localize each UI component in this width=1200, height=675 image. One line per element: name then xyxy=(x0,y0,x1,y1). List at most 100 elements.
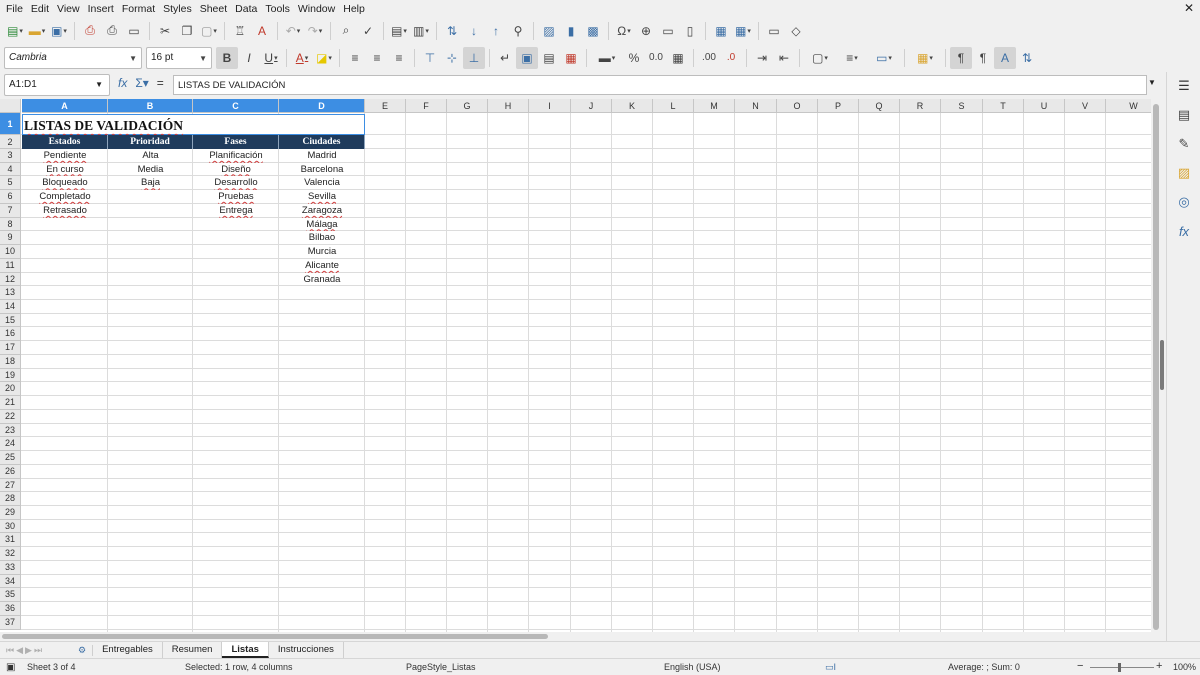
menu-item-edit[interactable]: Edit xyxy=(27,3,53,15)
conditional-format-icon[interactable]: ▦ ▾ xyxy=(909,47,941,69)
open-icon[interactable]: ▬ ▾ xyxy=(26,20,48,42)
row-header[interactable]: 11 xyxy=(0,258,21,273)
column-header[interactable]: U xyxy=(1024,99,1065,113)
row-icon[interactable]: ▤ ▾ xyxy=(388,20,410,42)
column-header[interactable]: S xyxy=(941,99,983,113)
cell-ciudades[interactable]: Valencia xyxy=(279,176,365,190)
percent-format-icon[interactable]: % xyxy=(623,47,645,69)
align-right-icon[interactable]: ≡ xyxy=(388,47,410,69)
column-header-cell[interactable]: Estados xyxy=(22,135,108,149)
sidebar-splitter-handle[interactable] xyxy=(1160,340,1164,390)
cell-fases[interactable]: Entrega xyxy=(193,204,279,218)
spelling-icon[interactable]: ✓ xyxy=(357,20,379,42)
row-header[interactable]: 33 xyxy=(0,560,21,575)
zoom-slider[interactable] xyxy=(1090,667,1154,668)
column-header-cell[interactable]: Fases xyxy=(193,135,279,149)
menu-item-help[interactable]: Help xyxy=(339,3,369,15)
column-header[interactable]: B xyxy=(108,99,193,113)
font-name-combo[interactable]: Cambria ▼ xyxy=(4,46,142,69)
menu-item-format[interactable]: Format xyxy=(118,3,159,15)
row-header[interactable]: 8 xyxy=(0,217,21,232)
insert-image-icon[interactable]: ▨ xyxy=(538,20,560,42)
cell-ciudades[interactable]: Barcelona xyxy=(279,163,365,177)
column-header[interactable]: F xyxy=(406,99,447,113)
cell-fases[interactable]: Pruebas xyxy=(193,190,279,204)
language[interactable]: English (USA) xyxy=(664,662,721,672)
column-header[interactable]: M xyxy=(694,99,735,113)
find-replace-icon[interactable]: ⌕ xyxy=(335,20,357,42)
pivot-table-icon[interactable]: ▩ xyxy=(582,20,604,42)
column-header[interactable]: N xyxy=(735,99,777,113)
cell-fases[interactable]: Diseño xyxy=(193,163,279,177)
insert-chart-icon[interactable]: ▮ xyxy=(560,20,582,42)
row-header[interactable]: 7 xyxy=(0,203,21,218)
cell-ciudades[interactable]: Zaragoza xyxy=(279,204,365,218)
text-orientation-horizontal-icon[interactable]: A xyxy=(994,46,1016,69)
last-sheet-icon[interactable]: ⏭ xyxy=(34,645,42,656)
cell-estados[interactable]: Bloqueado xyxy=(22,176,108,190)
cell-prioridad[interactable]: Baja xyxy=(108,176,193,190)
menu-item-sheet[interactable]: Sheet xyxy=(196,3,231,15)
cell-ciudades[interactable]: Málaga xyxy=(279,218,365,232)
row-header[interactable]: 14 xyxy=(0,300,21,314)
previous-sheet-icon[interactable]: ◀ xyxy=(16,645,23,656)
column-header[interactable]: I xyxy=(529,99,571,113)
row-header[interactable]: 1 xyxy=(0,113,21,135)
chevron-down-icon[interactable]: ▼ xyxy=(1148,78,1156,87)
menu-item-tools[interactable]: Tools xyxy=(261,3,294,15)
sheet-tab-entregables[interactable]: Entregables xyxy=(93,642,163,658)
delete-decimal-icon[interactable]: .0 xyxy=(720,47,742,69)
autofilter-icon[interactable]: ⚲ xyxy=(507,20,529,42)
clone-formatting-icon[interactable]: ♖ xyxy=(229,20,251,42)
row-header[interactable]: 35 xyxy=(0,588,21,603)
sheet-tab-instrucciones[interactable]: Instrucciones xyxy=(269,642,344,658)
special-character-icon[interactable]: Ω ▾ xyxy=(613,20,635,42)
row-header[interactable]: 24 xyxy=(0,437,21,452)
align-top-icon[interactable]: ⊤ xyxy=(419,47,441,69)
cell-ciudades[interactable]: Alicante xyxy=(279,259,365,273)
menu-item-view[interactable]: View xyxy=(53,3,84,15)
sum-icon[interactable]: Σ▾ xyxy=(135,76,148,90)
column-header[interactable]: A xyxy=(22,99,108,113)
align-bottom-icon[interactable]: ⊥ xyxy=(463,46,485,69)
column-header[interactable]: T xyxy=(983,99,1024,113)
row-header[interactable]: 2 xyxy=(0,135,21,149)
headers-footers-icon[interactable]: ▯ xyxy=(679,20,701,42)
cell-ciudades[interactable]: Madrid xyxy=(279,149,365,163)
column-header-cell[interactable]: Ciudades xyxy=(279,135,365,149)
hyperlink-icon[interactable]: ⊕ xyxy=(635,20,657,42)
zoom-in-icon[interactable]: + xyxy=(1156,660,1162,672)
row-header[interactable]: 17 xyxy=(0,341,21,355)
border-color-icon[interactable]: ▭ ▾ xyxy=(868,47,900,69)
horizontal-scrollbar[interactable] xyxy=(0,632,1162,640)
column-header[interactable]: R xyxy=(900,99,941,113)
number-format-icon[interactable]: 0.0 xyxy=(645,47,667,69)
row-header[interactable]: 18 xyxy=(0,354,21,369)
row-header[interactable]: 32 xyxy=(0,547,21,561)
row-header[interactable]: 37 xyxy=(0,615,21,630)
cell-estados[interactable]: Retrasado xyxy=(22,204,108,218)
column-header[interactable]: J xyxy=(571,99,612,113)
row-header[interactable]: 28 xyxy=(0,492,21,506)
spreadsheet-grid[interactable]: ABCDEFGHIJKLMNOPQRSTUVW 1 2 3 4 5 6 7 8 9 10 11 12 1… xyxy=(0,99,1162,632)
column-header[interactable]: V xyxy=(1065,99,1106,113)
column-header[interactable]: P xyxy=(818,99,859,113)
row-header[interactable]: 29 xyxy=(0,505,21,520)
row-header[interactable]: 27 xyxy=(0,478,21,493)
export-pdf-icon[interactable]: ⎙ xyxy=(79,20,101,42)
column-header[interactable]: E xyxy=(365,99,406,113)
add-sheet-icon[interactable]: ⚙ xyxy=(72,644,94,656)
column-header[interactable]: O xyxy=(777,99,818,113)
navigator-icon[interactable]: ◎ xyxy=(1174,192,1194,212)
row-header[interactable]: 26 xyxy=(0,464,21,479)
properties-icon[interactable]: ▤ xyxy=(1174,105,1194,125)
zoom-level[interactable]: 100% xyxy=(1173,662,1196,672)
copy-icon[interactable]: ❐ xyxy=(176,20,198,42)
column-icon[interactable]: ▥ ▾ xyxy=(410,20,432,42)
italic-icon[interactable]: I xyxy=(238,47,260,69)
new-icon[interactable]: ▤ ▾ xyxy=(4,20,26,42)
row-header[interactable]: 16 xyxy=(0,327,21,342)
center-vertically-icon[interactable]: ⊹ xyxy=(441,47,463,69)
merge-center-icon[interactable]: ▣ xyxy=(516,46,538,69)
title-cell[interactable]: LISTAS DE VALIDACIÓN xyxy=(22,114,365,135)
